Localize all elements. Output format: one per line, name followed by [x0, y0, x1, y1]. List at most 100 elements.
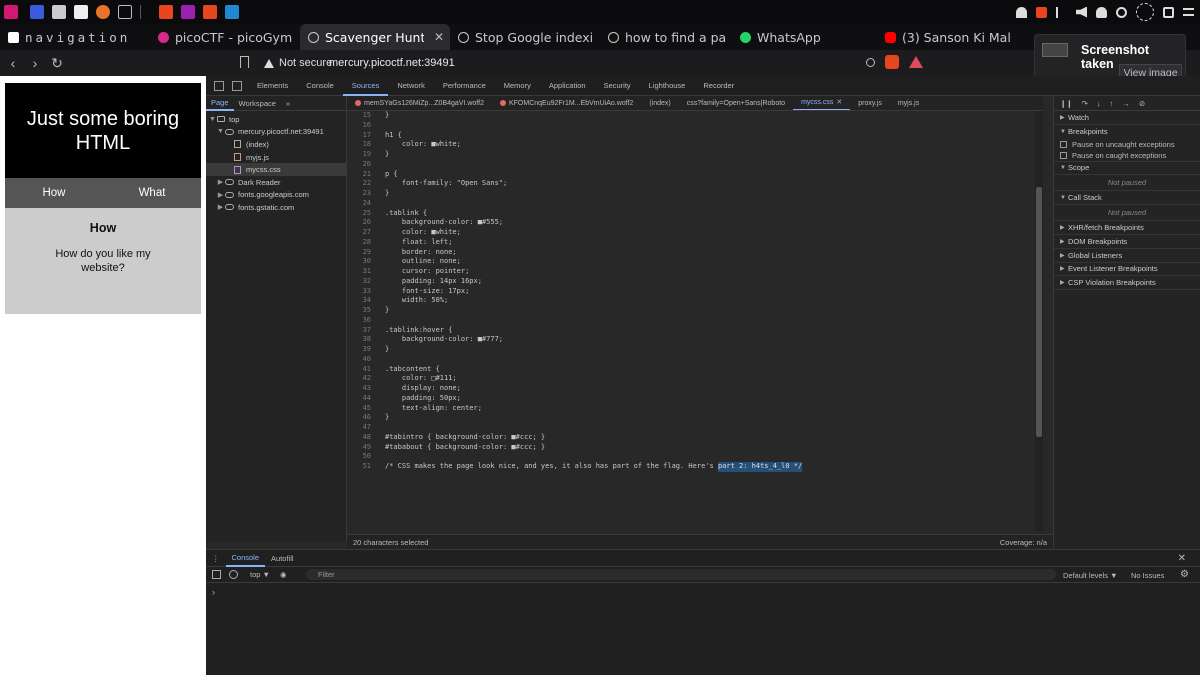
scrollbar-thumb[interactable] [1036, 187, 1042, 437]
line-number[interactable]: 27 [347, 228, 371, 238]
expand-arrow-icon[interactable]: ▶ [216, 178, 225, 186]
browser-tab-scavenger-hunt[interactable]: Scavenger Hunt ✕ [300, 24, 450, 50]
console-filter-input[interactable]: Filter [306, 569, 1056, 580]
brave-icon[interactable] [203, 5, 217, 19]
browser-tab-stop-google-indexing[interactable]: Stop Google indexing [450, 24, 600, 50]
line-number[interactable]: 16 [347, 121, 371, 131]
lock-icon[interactable] [1163, 6, 1174, 18]
panel-tab-elements[interactable]: Elements [248, 76, 297, 96]
panel-tab-lighthouse[interactable]: Lighthouse [640, 76, 695, 96]
line-number[interactable]: 40 [347, 355, 371, 365]
expand-arrow-icon[interactable]: ▼ [216, 128, 225, 135]
editor-tab-mycss[interactable]: mycss.css ✕ [793, 96, 851, 110]
panel-tab-application[interactable]: Application [540, 76, 595, 96]
line-number[interactable]: 28 [347, 238, 371, 248]
editor-tab-woff2-2[interactable]: KFOMCnqEu92Fr1M...EbVmUiAo.woff2 [492, 100, 641, 107]
clear-console-icon[interactable] [229, 570, 238, 579]
step-over-icon[interactable]: ↷ [1082, 99, 1088, 108]
tree-item-index[interactable]: (index) [206, 138, 346, 151]
line-number[interactable]: 24 [347, 199, 371, 209]
section-call-stack[interactable]: ▼ Call Stack [1054, 191, 1200, 206]
app-indicator-icon[interactable] [1036, 6, 1047, 18]
checkbox[interactable] [1060, 140, 1067, 148]
bookmark-icon[interactable] [240, 56, 249, 68]
folder-icon[interactable] [52, 5, 66, 19]
screenshot-thumbnail[interactable] [1042, 43, 1068, 57]
line-number[interactable]: 47 [347, 423, 371, 433]
line-number[interactable]: 17 [347, 131, 371, 141]
step-out-icon[interactable]: ↑ [1110, 99, 1114, 108]
nav-tab-page[interactable]: Page [206, 96, 234, 111]
code-editor[interactable]: 15} 16 17 h1 {18 color: ■white; 19} 20 21 p {22… [347, 111, 1043, 531]
editor-tab-proxy[interactable]: proxy.js [850, 100, 890, 107]
line-number[interactable]: 22 [347, 179, 371, 189]
share-icon[interactable] [866, 57, 875, 67]
line-number[interactable]: 15 [347, 111, 371, 121]
line-number[interactable]: 45 [347, 404, 371, 414]
panel-tab-recorder[interactable]: Recorder [694, 76, 743, 96]
editor-tab-myjs[interactable]: myjs.js [890, 100, 927, 107]
expand-arrow-icon[interactable]: ▶ [216, 203, 225, 211]
forward-icon[interactable]: › [26, 55, 44, 71]
line-number[interactable]: 23 [347, 189, 371, 199]
context-selector[interactable]: top ▼ [250, 570, 270, 579]
line-number[interactable]: 38 [347, 335, 371, 345]
tree-item-myjs[interactable]: myjs.js [206, 151, 346, 164]
close-tab-icon[interactable]: ✕ [434, 30, 444, 44]
log-levels-dropdown[interactable]: Default levels ▼ [1063, 571, 1118, 580]
close-icon[interactable]: ✕ [836, 98, 842, 106]
issues-counter[interactable]: No Issues [1131, 571, 1164, 580]
tree-item-top[interactable]: ▼ top [206, 113, 346, 126]
panel-tab-console[interactable]: Console [297, 76, 343, 96]
power-icon[interactable] [1116, 6, 1127, 18]
nav-tab-workspace[interactable]: Workspace [234, 99, 281, 108]
brave-shields-icon[interactable] [885, 55, 899, 69]
tree-item-googleapis[interactable]: ▶ fonts.googleapis.com [206, 189, 346, 202]
url-field[interactable]: mercury.picoctf.net:39491 [329, 57, 455, 69]
vscode-icon[interactable] [225, 5, 239, 19]
line-number[interactable]: 37 [347, 326, 371, 336]
section-scope[interactable]: ▼ Scope [1054, 162, 1200, 176]
panel-tab-sources[interactable]: Sources [342, 76, 389, 96]
section-global-listeners[interactable]: ▶ Global Listeners [1054, 249, 1200, 263]
pause-icon[interactable]: ❙❙ [1060, 99, 1073, 108]
firefox-icon[interactable] [96, 5, 110, 19]
drawer-tab-console[interactable]: Console [225, 550, 266, 567]
desktop-icon[interactable] [30, 5, 44, 19]
drawer-tab-autofill[interactable]: Autofill [265, 554, 300, 563]
capture-icon[interactable] [1136, 3, 1154, 21]
terminal-icon[interactable] [118, 5, 132, 19]
line-number[interactable]: 43 [347, 384, 371, 394]
expand-arrow-icon[interactable]: ▶ [216, 191, 225, 199]
notification-bell-icon[interactable] [1096, 6, 1107, 18]
browser-tab-whatsapp[interactable]: WhatsApp [732, 24, 877, 50]
step-icon[interactable]: → [1122, 99, 1130, 108]
tree-item-gstatic[interactable]: ▶ fonts.gstatic.com [206, 201, 346, 214]
console-prompt[interactable]: › [206, 587, 1200, 597]
coverage-status[interactable]: Coverage: n/a [1000, 538, 1047, 547]
expand-arrow-icon[interactable]: ▼ [208, 116, 217, 123]
line-number[interactable]: 29 [347, 248, 371, 258]
menu-icon[interactable] [1183, 8, 1194, 16]
pause-uncaught-checkbox[interactable]: Pause on uncaught exceptions [1054, 139, 1200, 151]
document-icon[interactable] [74, 5, 88, 19]
line-number[interactable]: 31 [347, 267, 371, 277]
folder-icon[interactable] [181, 5, 195, 19]
browser-tab-picoctf[interactable]: picoCTF - picoGym C [150, 24, 300, 50]
line-number[interactable]: 32 [347, 277, 371, 287]
line-number[interactable]: 50 [347, 452, 371, 462]
line-number[interactable]: 42 [347, 374, 371, 384]
line-number[interactable]: 26 [347, 218, 371, 228]
panel-tab-performance[interactable]: Performance [434, 76, 495, 96]
wifi-icon[interactable] [1016, 6, 1027, 18]
security-indicator[interactable]: Not secure [264, 57, 332, 69]
inspect-element-icon[interactable] [214, 80, 224, 91]
editor-tab-index[interactable]: (index) [641, 100, 678, 107]
brave-rewards-icon[interactable] [909, 56, 923, 68]
section-breakpoints[interactable]: ▼ Breakpoints [1054, 125, 1200, 139]
panel-tab-memory[interactable]: Memory [495, 76, 540, 96]
editor-scrollbar[interactable] [1035, 111, 1043, 531]
volume-icon[interactable] [1076, 6, 1087, 18]
back-icon[interactable]: ‹ [4, 55, 22, 71]
line-number[interactable]: 36 [347, 316, 371, 326]
